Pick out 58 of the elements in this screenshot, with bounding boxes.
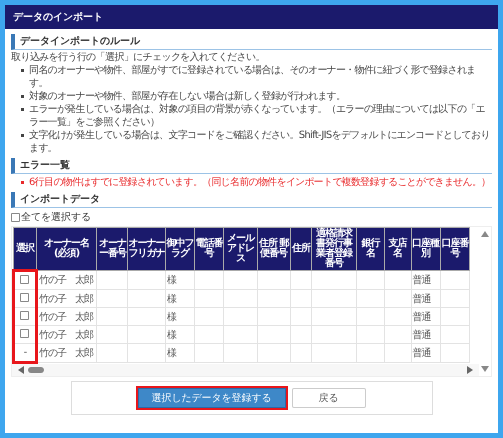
row-checkbox[interactable] bbox=[20, 310, 30, 320]
column-header: メールアドレス bbox=[224, 228, 258, 270]
row-checkbox[interactable] bbox=[20, 292, 30, 302]
bullet-icon bbox=[21, 69, 24, 72]
instruction-text: 取り込みを行う行の「選択」にチェックを入れてください。 bbox=[11, 52, 266, 64]
column-header: 選択 bbox=[14, 228, 36, 270]
row-checkbox[interactable] bbox=[20, 328, 30, 338]
scrollbar-thumb[interactable] bbox=[28, 367, 44, 373]
bullet-icon bbox=[21, 95, 24, 98]
table-cell: 様 bbox=[166, 294, 176, 304]
table-cell: 竹の子 太郎 bbox=[38, 275, 93, 286]
section-heading: インポートデータ bbox=[11, 192, 492, 208]
table-cell: 竹の子 太郎 bbox=[38, 312, 93, 322]
rule-item: エラーが発生している場合は、対象の項目の背景が赤くなっています。（エラーの理由については以下の「エラー一覧」をご参照ください） bbox=[29, 103, 486, 129]
register-button[interactable]: 選択したデータを登録する bbox=[138, 388, 286, 408]
row-checkbox[interactable] bbox=[20, 274, 30, 284]
table-cell: 様 bbox=[166, 275, 176, 286]
rule-item: 同名のオーナーや物件、部屋がすでに登録されている場合は、そのオーナー・物件に紐づく形で登録されます。 bbox=[29, 64, 476, 90]
table-cell: 竹の子 太郎 bbox=[38, 348, 93, 359]
section-heading: データインポートのルール bbox=[11, 34, 492, 50]
back-button[interactable]: 戻る bbox=[292, 388, 366, 408]
table-cell: 普通 bbox=[412, 330, 431, 340]
scroll-down-icon[interactable] bbox=[481, 366, 489, 372]
rule-item: 対象のオーナーや物件、部屋が存在しない場合は新しく登録が行われます。 bbox=[29, 90, 346, 103]
table-cell: 様 bbox=[166, 330, 176, 340]
table-cell: 普通 bbox=[412, 275, 431, 286]
column-header: 電話番号 bbox=[194, 228, 224, 270]
table-cell: 普通 bbox=[412, 348, 431, 359]
column-header: オーナー番号 bbox=[96, 228, 128, 270]
column-header: 適格請求書発行事業者登録番号 bbox=[311, 228, 357, 270]
bullet-icon bbox=[21, 134, 24, 137]
column-header: 支店名 bbox=[384, 228, 412, 270]
column-header: 口座種別 bbox=[411, 228, 440, 270]
table-cell: 様 bbox=[166, 312, 176, 322]
rule-item: 文字化けが発生している場合は、文字コードをご確認ください。Shift-JISをデフォルトにエンコードとしております。 bbox=[29, 129, 491, 155]
column-header: 口座番号 bbox=[440, 228, 470, 270]
table-cell: - bbox=[24, 347, 26, 358]
bullet-icon bbox=[21, 181, 24, 184]
column-header: オーナーフリガナ bbox=[128, 228, 166, 270]
column-header: 住所 郵便番号 bbox=[257, 228, 290, 270]
scroll-left-icon[interactable] bbox=[18, 366, 24, 374]
select-all-checkbox[interactable] bbox=[11, 212, 20, 222]
table-cell: 普通 bbox=[412, 294, 431, 304]
section-heading: エラー一覧 bbox=[11, 158, 492, 174]
error-message: 6行目の物件はすでに登録されています。（同じ名前の物件をインポートで複数登録することができません。） bbox=[29, 176, 490, 189]
bullet-icon bbox=[21, 108, 24, 111]
column-header: オーナー名 (必須) bbox=[36, 228, 97, 270]
table-cell: 竹の子 太郎 bbox=[38, 294, 93, 304]
scroll-up-icon[interactable] bbox=[481, 231, 489, 237]
select-all-label: 全てを選択する bbox=[21, 211, 91, 224]
column-header: 銀行名 bbox=[356, 228, 384, 270]
table-cell: 普通 bbox=[412, 312, 431, 322]
scroll-right-icon[interactable] bbox=[467, 366, 473, 374]
column-header: 御中フラグ bbox=[165, 228, 195, 270]
column-header: 住所 bbox=[290, 228, 312, 270]
window-title: データのインポート bbox=[5, 5, 498, 29]
table-cell: 様 bbox=[166, 348, 176, 359]
table-cell: 竹の子 太郎 bbox=[38, 330, 93, 340]
